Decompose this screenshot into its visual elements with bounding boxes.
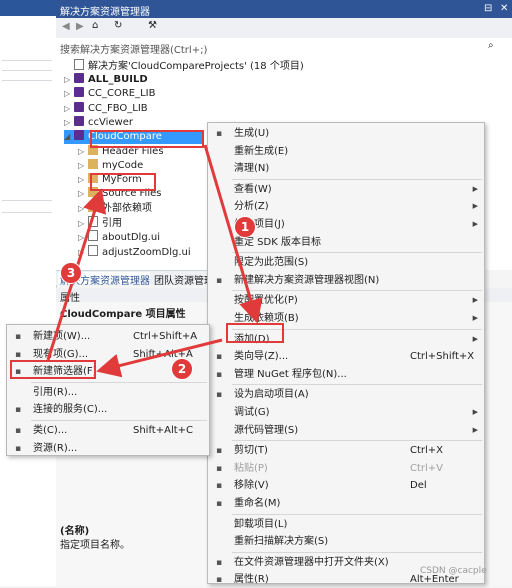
step-badge-3: 3	[60, 262, 82, 284]
step-badge-1: 1	[234, 216, 256, 238]
watermark: CSDN @cacple	[420, 566, 487, 576]
step-badge-2: 2	[171, 358, 193, 380]
annotation-arrows	[46, 144, 263, 378]
arrow-2	[96, 338, 223, 378]
